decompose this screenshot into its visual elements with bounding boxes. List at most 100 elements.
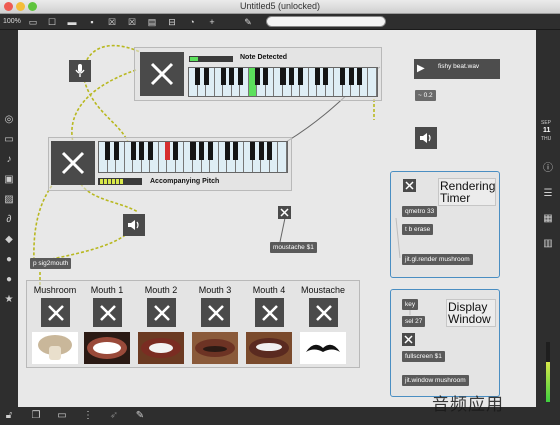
target-icon[interactable]: ◎ [3,114,15,126]
dac-speaker-button[interactable] [123,214,145,236]
black-key[interactable] [254,68,260,85]
black-key[interactable] [113,142,119,160]
black-key[interactable] [203,68,209,85]
layers-icon[interactable]: ❐ [30,410,42,422]
black-key[interactable] [194,68,201,85]
face-toggle[interactable] [255,298,284,327]
black-key[interactable] [220,68,226,85]
search-input[interactable] [266,16,386,27]
face-toggle[interactable] [309,298,338,327]
black-key[interactable] [297,68,303,85]
play-icon[interactable]: ▶ [417,63,425,74]
message-box-icon[interactable]: ▬ [66,16,78,28]
presentation-icon[interactable]: ▤ [146,16,158,28]
grid-icon[interactable]: ▦ [542,213,554,225]
accompanying-pitch-keyboard[interactable] [98,141,288,173]
image-icon[interactable]: ▨ [3,194,15,206]
black-key[interactable] [357,68,363,85]
face-toggle[interactable] [93,298,122,327]
black-key[interactable] [173,142,179,160]
fullscreen-message[interactable]: fullscreen $1 [402,351,445,362]
playlist-player[interactable]: ▶ fishy beat.wav [414,59,500,79]
face-label: Mouth 3 [198,285,232,295]
white-key[interactable] [368,68,377,96]
black-key[interactable] [207,142,213,160]
black-key[interactable] [224,142,230,160]
microphone-icon [75,64,85,77]
black-key[interactable] [258,142,264,160]
note-detected-keyboard[interactable] [188,67,378,97]
black-key[interactable] [340,68,346,85]
dial-icon[interactable]: ◔ [186,16,198,28]
display-menu-icon[interactable]: ▭ [27,16,39,28]
video-icon[interactable]: ▣ [3,174,15,186]
button-object-icon[interactable]: ☒ [106,16,118,28]
moustache-message[interactable]: moustache $1 [270,242,317,253]
black-key[interactable] [267,142,273,160]
black-key[interactable] [250,142,256,160]
select-object[interactable]: sel 27 [402,316,426,327]
black-key[interactable] [198,142,205,160]
metro-toggle[interactable] [403,179,416,192]
gain-number-box[interactable]: ~ 0.2 [415,90,436,101]
date-weekday: THU [541,136,552,142]
black-key[interactable] [288,68,295,85]
black-key[interactable] [263,68,269,85]
paperclip-icon[interactable]: ∂ [3,214,15,226]
black-key[interactable] [280,68,286,85]
white-key[interactable] [278,142,287,172]
key-object[interactable]: key [402,299,419,310]
black-key[interactable] [190,142,196,160]
add-object-icon[interactable]: + [206,16,218,28]
level-meter [546,342,550,402]
black-key[interactable] [104,142,111,160]
face-toggle[interactable] [201,298,230,327]
lock-icon[interactable]: 🔓︎ [3,410,15,422]
new-object-icon[interactable]: ☐ [46,16,58,28]
black-key[interactable] [323,68,329,85]
wrench-icon[interactable]: ✎ [134,410,146,422]
black-key[interactable] [348,68,354,85]
info-icon[interactable]: ⓘ [542,163,554,175]
comment-icon[interactable]: ▪ [86,16,98,28]
moustache-toggle[interactable] [278,206,291,219]
face-toggle[interactable] [147,298,176,327]
black-key[interactable] [314,68,320,85]
grid-toggle-icon[interactable]: ⋮ [82,410,94,422]
black-key[interactable] [147,142,153,160]
accompanying-pitch-toggle[interactable] [51,141,95,185]
close-x-icon [99,304,116,321]
clipboard-icon[interactable]: ▭ [3,134,15,146]
cursor-icon[interactable]: ➶ [108,410,120,422]
note-detected-toggle[interactable] [140,52,184,96]
black-key[interactable] [139,142,145,160]
toggle-object-icon[interactable]: ☒ [126,16,138,28]
adc-microphone-button[interactable] [69,60,91,82]
slider-icon[interactable]: ⊟ [166,16,178,28]
black-key[interactable] [130,142,136,160]
black-key[interactable] [164,142,170,160]
brush-icon[interactable]: ✎ [242,16,254,28]
presentation-mode-icon[interactable]: ▭ [56,410,68,422]
black-key[interactable] [229,68,235,85]
star-icon[interactable]: ★ [3,294,15,306]
snippet-icon[interactable]: ◆ [3,234,15,246]
music-note-icon[interactable]: ♪ [3,154,15,166]
black-key[interactable] [237,68,243,85]
list-icon[interactable]: ☰ [542,188,554,200]
package-icon[interactable]: ● [3,254,15,266]
player-speaker-button[interactable] [415,127,437,149]
book-icon[interactable]: ▥ [542,238,554,250]
qmetro-object[interactable]: qmetro 33 [402,206,438,217]
zoom-level[interactable]: 100% [3,16,21,28]
fullscreen-toggle[interactable] [402,333,415,346]
accompanying-pitch-label: Accompanying Pitch [150,178,220,185]
jit-window-object[interactable]: jit.window mushroom [402,375,469,386]
face-toggle[interactable] [41,298,70,327]
black-key[interactable] [233,142,239,160]
sig2mouth-subpatcher[interactable]: p sig2mouth [30,258,72,269]
gl-render-object[interactable]: jit.gl.render mushroom [402,254,473,265]
bpatcher-icon[interactable]: ● [3,274,15,286]
patcher-canvas[interactable]: Note Detected Accompanying Pitch ▶ fishy… [18,30,536,414]
trigger-object[interactable]: t b erase [402,224,434,235]
